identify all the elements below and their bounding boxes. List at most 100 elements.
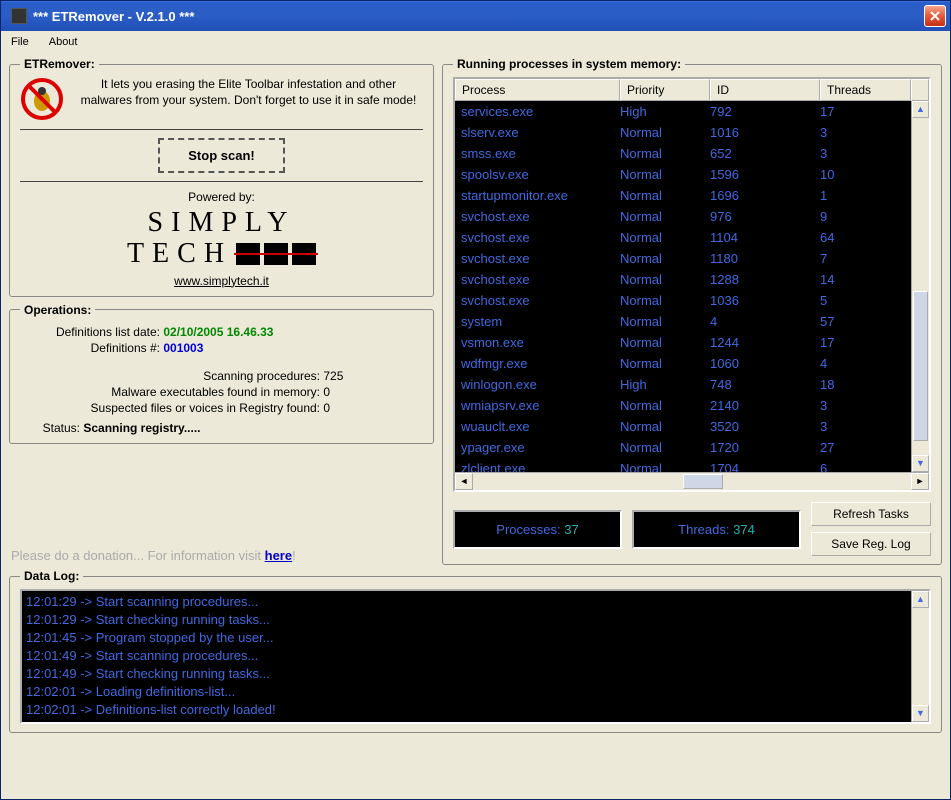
process-name: svchost.exe: [461, 269, 620, 290]
process-id: 1288: [710, 269, 820, 290]
process-row[interactable]: startupmonitor.exeNormal16961: [455, 185, 911, 206]
process-priority: Normal: [620, 290, 710, 311]
scroll-thumb[interactable]: [683, 474, 723, 489]
process-name: svchost.exe: [461, 248, 620, 269]
scroll-down-icon[interactable]: ▼: [912, 455, 929, 472]
process-id: 792: [710, 101, 820, 122]
scroll-down-icon[interactable]: ▼: [912, 705, 929, 722]
log-vscroll[interactable]: ▲ ▼: [911, 591, 929, 722]
powered-by-label: Powered by:: [20, 190, 423, 204]
menu-about[interactable]: About: [45, 34, 82, 50]
process-threads: 10: [820, 164, 905, 185]
etremover-legend: ETRemover:: [20, 57, 99, 71]
col-priority[interactable]: Priority: [620, 79, 710, 101]
process-id: 1016: [710, 122, 820, 143]
process-row[interactable]: svchost.exeNormal110464: [455, 227, 911, 248]
logo: SIMPLY TECH: [20, 208, 423, 270]
process-priority: Normal: [620, 416, 710, 437]
process-row[interactable]: svchost.exeNormal11807: [455, 248, 911, 269]
process-threads: 3: [820, 395, 905, 416]
process-priority: Normal: [620, 248, 710, 269]
status-value: Scanning registry.....: [83, 421, 200, 435]
titlebar[interactable]: *** ETRemover - V.2.1.0 ***: [1, 1, 950, 31]
save-reg-log-button[interactable]: Save Reg. Log: [811, 532, 931, 556]
process-id: 1104: [710, 227, 820, 248]
logo-block-icon: [264, 243, 288, 265]
process-row[interactable]: vsmon.exeNormal124417: [455, 332, 911, 353]
process-id: 2140: [710, 395, 820, 416]
donation-link[interactable]: here: [265, 548, 292, 563]
logo-url-link[interactable]: www.simplytech.it: [20, 274, 423, 288]
data-log-body: 12:01:29 -> Start scanning procedures...…: [20, 589, 931, 724]
process-row[interactable]: ypager.exeNormal172027: [455, 437, 911, 458]
process-row[interactable]: wdfmgr.exeNormal10604: [455, 353, 911, 374]
process-id: 748: [710, 374, 820, 395]
close-button[interactable]: [924, 5, 946, 27]
log-line: 12:01:29 -> Start checking running tasks…: [26, 611, 925, 629]
col-threads[interactable]: Threads: [820, 79, 911, 101]
log-line: 12:02:01 -> Definitions-list correctly l…: [26, 701, 925, 719]
process-row[interactable]: wmiapsrv.exeNormal21403: [455, 395, 911, 416]
process-priority: Normal: [620, 185, 710, 206]
process-row[interactable]: systemNormal457: [455, 311, 911, 332]
process-threads: 17: [820, 101, 905, 122]
process-threads: 17: [820, 332, 905, 353]
registry-value: 0: [323, 401, 330, 415]
process-name: wdfmgr.exe: [461, 353, 620, 374]
operations-legend: Operations:: [20, 303, 95, 317]
process-id: 1696: [710, 185, 820, 206]
col-id[interactable]: ID: [710, 79, 820, 101]
threads-count: 374: [733, 522, 755, 537]
process-name: services.exe: [461, 101, 620, 122]
processes-legend: Running processes in system memory:: [453, 57, 685, 71]
process-row[interactable]: wuauclt.exeNormal35203: [455, 416, 911, 437]
log-line: 12:01:49 -> Start checking running tasks…: [26, 665, 925, 683]
scanning-label: Scanning procedures:: [20, 369, 320, 383]
process-row[interactable]: zlclient.exeNormal17046: [455, 458, 911, 472]
process-row[interactable]: svchost.exeNormal128814: [455, 269, 911, 290]
process-threads: 4: [820, 353, 905, 374]
process-row[interactable]: services.exeHigh79217: [455, 101, 911, 122]
col-process[interactable]: Process: [455, 79, 620, 101]
scroll-up-icon[interactable]: ▲: [912, 591, 929, 608]
window-title: *** ETRemover - V.2.1.0 ***: [33, 9, 924, 24]
process-row[interactable]: winlogon.exeHigh74818: [455, 374, 911, 395]
process-name: svchost.exe: [461, 290, 620, 311]
logo-line1: SIMPLY: [20, 208, 423, 239]
def-num-label: Definitions #:: [20, 341, 160, 355]
etremover-group: ETRemover: It lets you erasing the Elite…: [9, 57, 434, 297]
process-priority: Normal: [620, 227, 710, 248]
process-name: ypager.exe: [461, 437, 620, 458]
process-hscroll[interactable]: ◄ ►: [455, 472, 929, 490]
app-window: *** ETRemover - V.2.1.0 *** File About E…: [0, 0, 951, 800]
process-name: svchost.exe: [461, 206, 620, 227]
process-id: 4: [710, 311, 820, 332]
process-row[interactable]: slserv.exeNormal10163: [455, 122, 911, 143]
app-icon: [11, 8, 27, 24]
data-log-group: Data Log: 12:01:29 -> Start scanning pro…: [9, 569, 942, 733]
stop-scan-button[interactable]: Stop scan!: [158, 138, 284, 173]
def-date-label: Definitions list date:: [20, 325, 160, 339]
refresh-tasks-button[interactable]: Refresh Tasks: [811, 502, 931, 526]
logo-line2: TECH: [127, 239, 232, 270]
process-id: 1596: [710, 164, 820, 185]
process-threads: 3: [820, 143, 905, 164]
scroll-right-icon[interactable]: ►: [911, 473, 929, 490]
menu-file[interactable]: File: [7, 34, 33, 50]
scroll-left-icon[interactable]: ◄: [455, 473, 473, 490]
status-label: Status:: [20, 421, 80, 435]
process-priority: Normal: [620, 269, 710, 290]
scroll-up-icon[interactable]: ▲: [912, 101, 929, 118]
intro-text: It lets you erasing the Elite Toolbar in…: [74, 77, 423, 108]
process-row[interactable]: svchost.exeNormal9769: [455, 206, 911, 227]
log-line: 12:02:01 -> Loading definitions-list...: [26, 683, 925, 701]
scroll-thumb[interactable]: [913, 291, 928, 441]
process-name: wuauclt.exe: [461, 416, 620, 437]
process-threads: 9: [820, 206, 905, 227]
process-row[interactable]: spoolsv.exeNormal159610: [455, 164, 911, 185]
process-vscroll[interactable]: ▲ ▼: [911, 101, 929, 472]
process-row[interactable]: smss.exeNormal6523: [455, 143, 911, 164]
process-row[interactable]: svchost.exeNormal10365: [455, 290, 911, 311]
def-date-value: 02/10/2005 16.46.33: [163, 325, 273, 339]
registry-label: Suspected files or voices in Registry fo…: [20, 401, 320, 415]
